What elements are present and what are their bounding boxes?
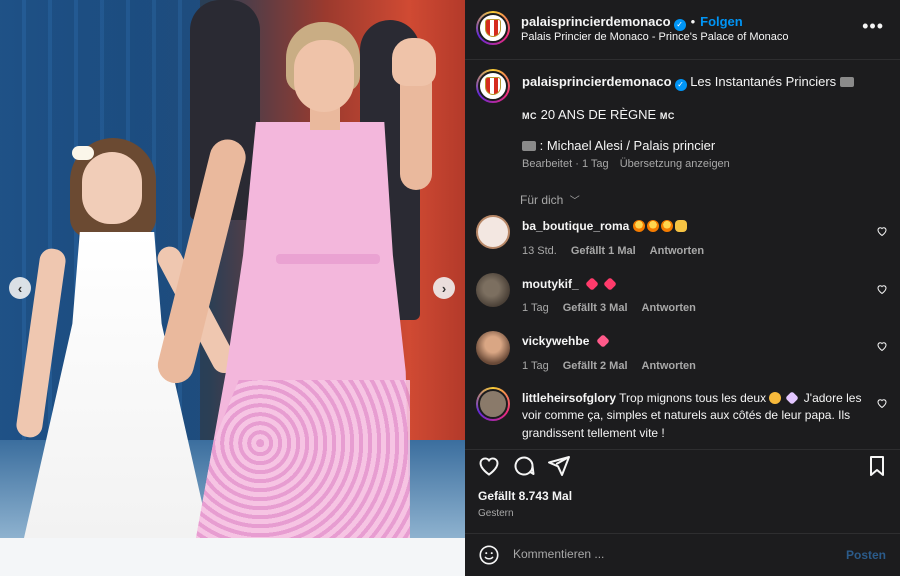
camera-emoji-icon [522, 141, 536, 151]
verified-badge-icon: ✓ [673, 18, 686, 31]
translate-link[interactable]: Übersetzung anzeigen [620, 158, 730, 170]
comment-text: grandissent tellement vite ! [522, 425, 665, 440]
comment-like-heart-icon[interactable] [876, 225, 888, 237]
reply-button[interactable]: Antworten [650, 245, 704, 257]
caption-avatar[interactable] [476, 69, 510, 103]
comment-like-heart-icon[interactable] [876, 340, 888, 352]
comment-age: 1 Tag [522, 360, 549, 372]
comment-likes-link[interactable]: Gefällt 1 Mal [571, 245, 636, 257]
lilac-heart-emoji-icon [785, 391, 800, 405]
star-struck-emoji-icon [660, 220, 673, 232]
comment-text: voir comme ça, simples et naturels aux c… [522, 408, 851, 423]
comment-like-heart-icon[interactable] [876, 397, 888, 409]
post-date: Gestern [478, 508, 514, 519]
chevron-right-icon[interactable]: › [433, 277, 455, 299]
follow-button[interactable]: Folgen [700, 14, 743, 29]
photo-girl-face [82, 152, 142, 224]
pleading-face-emoji-icon [769, 392, 782, 404]
comment-text: Trop mignons tous les deux [619, 391, 767, 405]
for-you-label: Für dich [520, 193, 564, 207]
comment-meta: 1 Tag Gefällt 2 Mal Antworten [522, 356, 710, 374]
comment-age: 1 Tag [522, 302, 549, 314]
comment-input[interactable] [513, 547, 813, 561]
for-you-filter[interactable]: Für dich ﹀ [520, 192, 580, 207]
commenter-avatar[interactable] [476, 331, 510, 365]
star-struck-emoji-icon [646, 220, 659, 232]
comment-meta: 13 Std. Gefällt 1 Mal Antworten [522, 241, 718, 259]
edited-label: Bearbeitet [522, 158, 573, 170]
post-photo: ‹ › [0, 0, 465, 538]
comment-text-row: vickywehbe [522, 333, 867, 350]
chevron-down-icon: ﹀ [569, 196, 580, 207]
caption-title-line: MC 20 ANS DE RÈGNE MC [522, 107, 675, 122]
comment-username[interactable]: ba_boutique_roma [522, 219, 629, 233]
comment-text: J'adore les [803, 391, 862, 405]
star-struck-emoji-icon [632, 220, 645, 232]
caption-username[interactable]: palaisprincierdemonaco [522, 74, 672, 89]
red-heart-emoji-icon [603, 277, 617, 291]
post-header: palaisprincierdemonaco ✓ • Folgen Palais Pr… [465, 0, 900, 60]
post-side-panel: palaisprincierdemonaco ✓ • Folgen Palais Pr… [465, 0, 900, 576]
comment-age: 13 Std. [522, 245, 557, 257]
share-paper-plane-icon[interactable] [547, 454, 571, 478]
reply-button[interactable]: Antworten [642, 302, 696, 314]
emoji-smiley-icon[interactable] [478, 544, 500, 566]
comment-text-row: littleheirsofglory Trop mignons tous les… [522, 390, 867, 442]
location-link[interactable]: Palais Princier de Monaco - Prince's Pal… [521, 31, 788, 43]
comment-username[interactable]: moutykif_ [522, 277, 579, 291]
username-link[interactable]: palaisprincierdemonaco [521, 14, 671, 29]
comment-text-row: moutykif_ [522, 276, 867, 293]
caption-age: 1 Tag [581, 158, 609, 170]
chevron-left-icon[interactable]: ‹ [9, 277, 31, 299]
header-user-row: palaisprincierdemonaco ✓ • Folgen [521, 13, 743, 31]
commenter-avatar[interactable] [476, 215, 510, 249]
comment-username[interactable]: littleheirsofglory [522, 391, 616, 405]
comment-meta: 1 Tag Gefällt 3 Mal Antworten [522, 298, 710, 316]
photo-bottom-strip [0, 538, 465, 576]
separator-dot: • [690, 14, 696, 29]
caption-meta: Bearbeitet · 1 Tag Übersetzung anzeigen [522, 158, 730, 170]
comment-like-heart-icon[interactable] [876, 283, 888, 295]
mc-monogram-right: MC [659, 111, 675, 121]
comment-bubble-icon[interactable] [512, 454, 536, 478]
comment-likes-link[interactable]: Gefällt 2 Mal [563, 360, 628, 372]
post-comment-button[interactable]: Posten [846, 548, 886, 562]
commenter-avatar[interactable] [476, 273, 510, 307]
photo-girl-flower-headband [72, 146, 94, 160]
like-count[interactable]: Gefällt 8.743 Mal [478, 489, 572, 503]
caption-first-line: palaisprincierdemonaco ✓ Les Instantanés … [522, 74, 854, 91]
clap-emoji-icon [674, 220, 687, 232]
comment-text-row: ba_boutique_roma [522, 218, 867, 235]
caption-text: Les Instantanés Princiers [690, 74, 837, 89]
red-heart-emoji-icon [585, 277, 599, 291]
mc-monogram-left: MC [522, 111, 537, 121]
caption-credit-text: : Michael Alesi / Palais princier [539, 138, 716, 153]
monaco-crest-icon [485, 77, 501, 95]
photo-woman-face [294, 40, 354, 112]
comment-username[interactable]: vickywehbe [522, 334, 589, 348]
like-heart-icon[interactable] [477, 454, 501, 478]
photo-woman-waving-hand [392, 38, 436, 86]
verified-badge-icon: ✓ [674, 78, 687, 91]
commenter-avatar[interactable] [476, 387, 510, 421]
comment-likes-link[interactable]: Gefällt 3 Mal [563, 302, 628, 314]
more-options-icon[interactable]: ••• [862, 16, 884, 37]
avatar[interactable] [476, 11, 510, 45]
camera-emoji-icon [839, 77, 854, 87]
save-bookmark-icon[interactable] [865, 454, 889, 478]
photo-woman-belt [276, 254, 380, 264]
reply-button[interactable]: Antworten [642, 360, 696, 372]
monaco-crest-icon [485, 19, 501, 37]
caption-credit-line: : Michael Alesi / Palais princier [522, 138, 715, 153]
caption-title-text: 20 ANS DE RÈGNE [540, 107, 657, 122]
growing-heart-emoji-icon [595, 334, 610, 348]
